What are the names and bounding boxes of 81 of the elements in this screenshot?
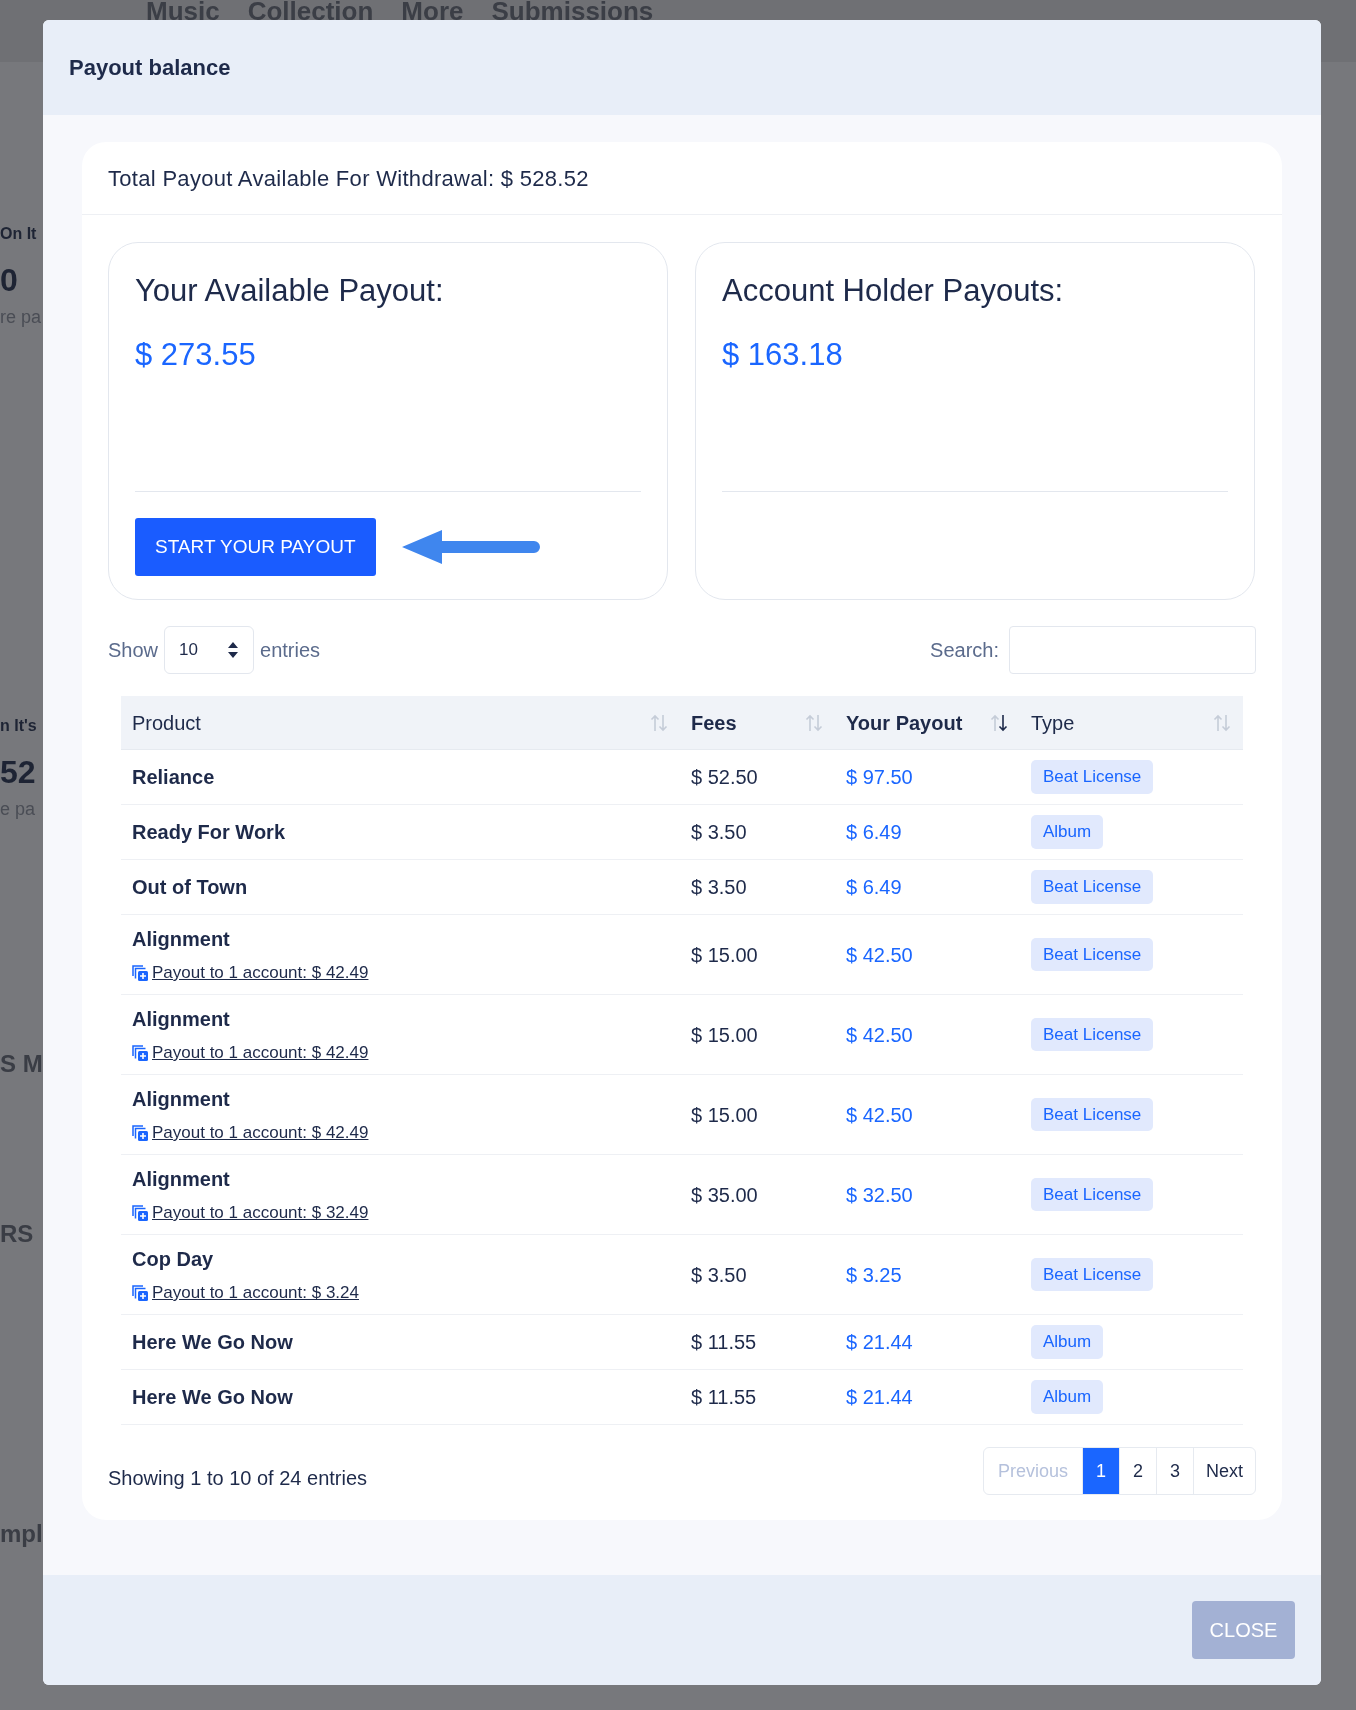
entries-label: entries <box>260 638 321 663</box>
copy-plus-icon <box>132 1284 148 1301</box>
copy-plus-icon <box>132 1044 148 1061</box>
column-header[interactable]: Product <box>132 707 201 738</box>
panel-title: Your Available Payout: <box>135 272 445 310</box>
sort-icon[interactable] <box>990 712 1008 733</box>
type-tag: Beat License <box>1031 937 1154 972</box>
split-payout-link[interactable]: Payout to 1 account: $ 42.49 <box>152 1039 369 1066</box>
payout-amount: $ 42.50 <box>846 1023 913 1046</box>
stat-label: n It's <box>0 716 38 736</box>
type-tag: Beat License <box>1031 1177 1154 1212</box>
fee-amount: $ 15.00 <box>691 943 758 966</box>
next-button[interactable]: Next <box>1193 1448 1255 1494</box>
column-header[interactable]: Type <box>1031 707 1075 738</box>
stat-value: 52 <box>0 753 37 792</box>
product-name: Alignment <box>132 926 230 952</box>
payout-amount: $ 21.44 <box>846 1386 913 1408</box>
product-name: Reliance <box>132 765 215 790</box>
copy-plus-icon <box>132 964 148 981</box>
section-heading: RS <box>0 1219 35 1249</box>
copy-plus-icon <box>132 1124 148 1141</box>
product-name: Here We Go Now <box>132 1330 293 1355</box>
column-header[interactable]: Fees <box>691 707 737 738</box>
type-tag: Beat License <box>1031 1017 1154 1052</box>
search-field[interactable] <box>1009 626 1256 674</box>
product-name: Alignment <box>132 1086 230 1112</box>
column-header[interactable]: Your Payout <box>846 707 963 738</box>
product-name: Here We Go Now <box>132 1385 293 1410</box>
fee-amount: $ 11.55 <box>691 1331 757 1353</box>
payout-amount: $ 3.25 <box>846 1263 902 1286</box>
modal-title: Payout balance <box>69 54 231 82</box>
type-tag: Beat License <box>1031 1257 1154 1292</box>
fee-amount: $ 3.50 <box>691 1263 747 1286</box>
page-button[interactable]: 1 <box>1082 1448 1119 1494</box>
type-tag: Album <box>1031 1380 1104 1414</box>
split-payout-link[interactable]: Payout to 1 account: $ 42.49 <box>152 959 369 986</box>
type-tag: Beat License <box>1031 1097 1154 1132</box>
entries-info: Showing 1 to 10 of 24 entries <box>108 1466 368 1491</box>
fee-amount: $ 3.50 <box>691 821 747 843</box>
split-payout-link[interactable]: Payout to 1 account: $ 3.24 <box>152 1279 359 1306</box>
fee-amount: $ 15.00 <box>691 1023 758 1046</box>
product-name: Out of Town <box>132 875 248 900</box>
payout-amount: $ 97.50 <box>846 766 913 788</box>
split-payout-link[interactable]: Payout to 1 account: $ 32.49 <box>152 1199 369 1226</box>
fee-amount: $ 11.55 <box>691 1386 757 1408</box>
fee-amount: $ 3.50 <box>691 876 747 898</box>
copy-plus-icon <box>132 1204 148 1221</box>
product-name: Ready For Work <box>132 820 285 845</box>
arrow-icon <box>401 528 542 566</box>
product-name: Alignment <box>132 1006 230 1032</box>
split-payout-link[interactable]: Payout to 1 account: $ 42.49 <box>152 1119 369 1146</box>
panel-title: Account Holder Payouts: <box>722 272 1065 310</box>
payout-amount: $ 42.50 <box>846 1103 913 1126</box>
select-arrows-icon <box>227 641 240 659</box>
payout-amount: $ 32.50 <box>846 1183 913 1206</box>
entries-select[interactable]: 10 <box>164 626 255 674</box>
type-tag: Album <box>1031 1325 1104 1359</box>
payout-amount: $ 42.50 <box>846 943 913 966</box>
product-name: Cop Day <box>132 1246 214 1272</box>
payout-amount: $ 273.55 <box>135 336 257 374</box>
payout-amount: $ 21.44 <box>846 1331 913 1353</box>
search-label: Search: <box>930 638 999 663</box>
stat-label: On It <box>0 224 38 244</box>
payout-amount: $ 6.49 <box>846 821 902 843</box>
section-heading: mpl <box>0 1519 43 1549</box>
type-tag: Album <box>1031 815 1104 849</box>
section-heading: S M <box>0 1049 43 1079</box>
type-tag: Beat License <box>1031 760 1154 794</box>
page-button[interactable]: 3 <box>1156 1448 1193 1494</box>
show-label: Show <box>108 638 159 663</box>
page-button[interactable]: 2 <box>1119 1448 1156 1494</box>
total-payout-text: Total Payout Available For Withdrawal: $ 528.52 <box>108 164 589 193</box>
type-tag: Beat License <box>1031 870 1154 904</box>
fee-amount: $ 15.00 <box>691 1103 758 1126</box>
payout-amount: $ 6.49 <box>846 876 902 898</box>
stat-value: 0 <box>0 261 19 300</box>
fee-amount: $ 52.50 <box>691 766 758 788</box>
product-name: Alignment <box>132 1166 230 1192</box>
start-payout-button[interactable]: START YOUR PAYOUT <box>135 518 376 576</box>
payout-amount: $ 163.18 <box>722 336 844 374</box>
fee-amount: $ 35.00 <box>691 1183 758 1206</box>
